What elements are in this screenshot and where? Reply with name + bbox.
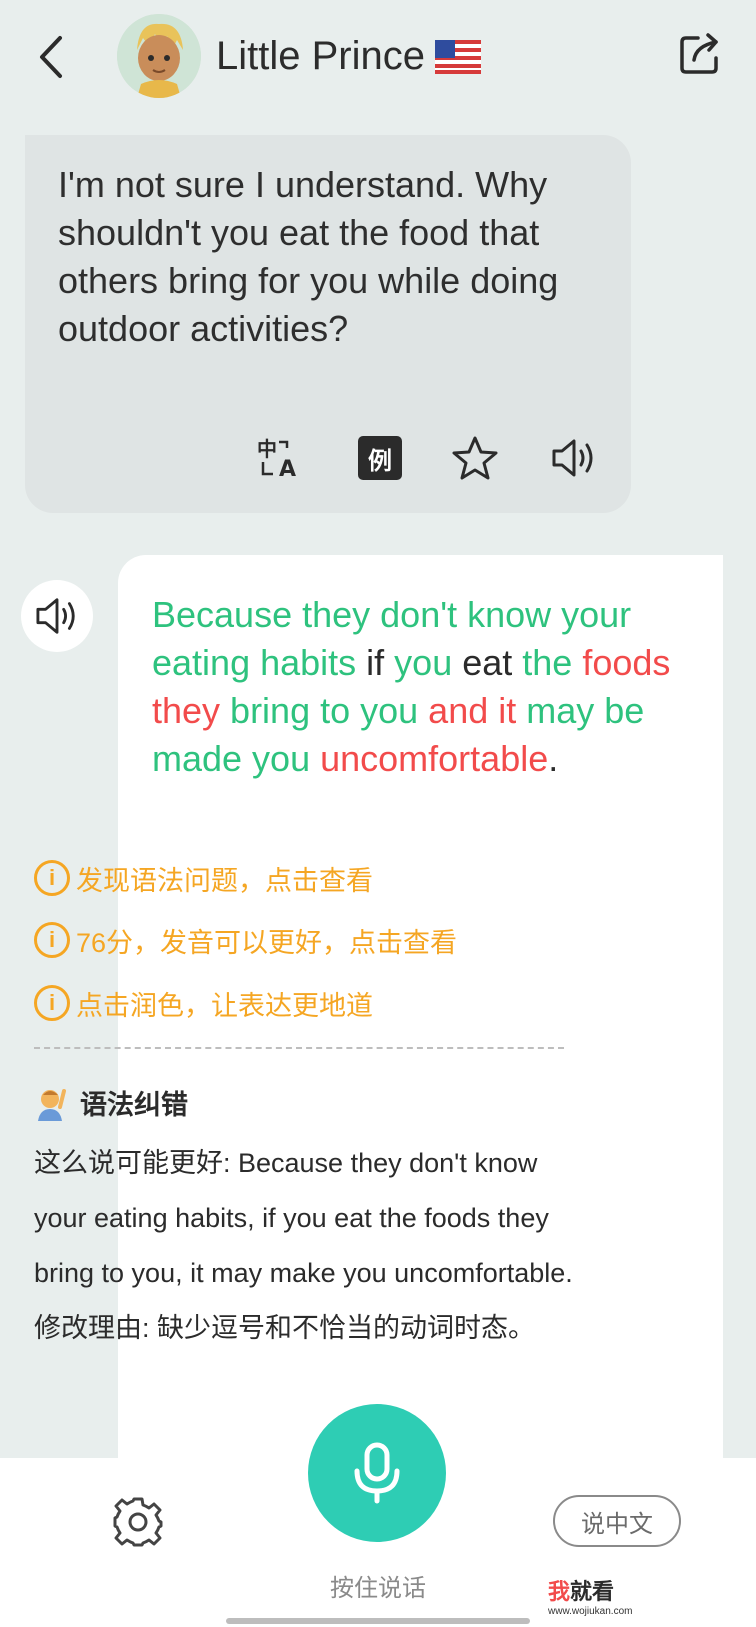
polish-hint-link[interactable]: i 点击润色，让表达更地道 <box>34 983 373 1023</box>
chat-header: Little Prince <box>0 0 756 120</box>
sentence-segment-green: bring to you <box>220 690 429 731</box>
sentence-segment-green: you <box>394 642 453 683</box>
character-name: Little Prince <box>216 34 425 78</box>
user-message-text: Because they don't know your eating habi… <box>152 591 692 783</box>
share-button[interactable] <box>676 30 724 78</box>
correction-reason: 修改理由: 缺少逗号和不恰当的动词时态。 <box>34 1313 536 1343</box>
grammar-heading-text: 语法纠错 <box>80 1090 188 1120</box>
play-user-audio-button[interactable] <box>21 580 93 652</box>
chat-title: Little Prince <box>216 34 481 79</box>
microphone-icon <box>354 1442 400 1504</box>
sentence-segment-black: . <box>548 738 559 779</box>
hint-text: 点击润色，让表达更地道 <box>76 990 373 1021</box>
info-icon: i <box>34 922 70 958</box>
sentence-segment-red: and it <box>428 690 517 731</box>
avatar[interactable] <box>117 14 201 98</box>
home-indicator <box>226 1618 530 1624</box>
star-icon <box>452 436 498 480</box>
info-icon: i <box>34 985 70 1021</box>
svg-text:A: A <box>279 457 296 480</box>
hold-to-talk-button[interactable] <box>308 1404 446 1542</box>
info-icon: i <box>34 860 70 896</box>
play-audio-button[interactable] <box>549 433 599 483</box>
speaker-icon <box>552 439 593 477</box>
settings-button[interactable] <box>112 1496 164 1548</box>
translate-icon: 中 A <box>257 437 296 480</box>
watermark-logo: 我就看 www.wojiukan.com <box>548 1574 658 1617</box>
favorite-button[interactable] <box>450 433 500 483</box>
sentence-segment-red: uncomfortable <box>320 738 549 779</box>
grammar-correction-body: 这么说可能更好: Because they don't know your ea… <box>34 1136 574 1356</box>
sentence-segment-black: eat <box>452 642 523 683</box>
sentence-segment-green: the <box>522 642 583 683</box>
divider <box>34 1047 564 1049</box>
pronunciation-hint-link[interactable]: i 76分，发音可以更好，点击查看 <box>34 920 457 960</box>
speak-chinese-button[interactable]: 说中文 <box>553 1495 681 1547</box>
example-label: 例 <box>368 447 392 475</box>
sentence-segment-black: if <box>356 642 395 683</box>
hint-text: 76分，发音可以更好，点击查看 <box>76 927 458 958</box>
message-toolbar: 中 A 例 <box>25 433 631 483</box>
grammar-correction-heading: 语法纠错 <box>34 1083 188 1122</box>
ai-message-bubble: I'm not sure I understand. Why shouldn't… <box>25 135 631 513</box>
example-button[interactable]: 例 <box>355 433 405 483</box>
person-raising-hand-icon <box>38 1088 66 1121</box>
us-flag-icon <box>434 39 481 74</box>
ai-message-text: I'm not sure I understand. Why shouldn't… <box>58 164 559 349</box>
chevron-left-icon <box>40 36 62 78</box>
translate-button[interactable]: 中 A <box>256 433 306 483</box>
grammar-hint-link[interactable]: i 发现语法问题，点击查看 <box>34 858 373 898</box>
share-icon <box>680 33 718 74</box>
watermark-text: 我就看 <box>548 1579 615 1604</box>
hint-text: 发现语法问题，点击查看 <box>76 865 373 896</box>
speaker-icon <box>36 598 75 634</box>
little-prince-avatar-icon <box>117 14 201 98</box>
watermark-url: www.wojiukan.com <box>548 1606 633 1617</box>
svg-text:中: 中 <box>257 437 277 461</box>
gear-icon <box>113 1497 163 1547</box>
correction-suggestion: 这么说可能更好: Because they don't know your ea… <box>34 1148 573 1288</box>
back-button[interactable] <box>34 34 68 80</box>
